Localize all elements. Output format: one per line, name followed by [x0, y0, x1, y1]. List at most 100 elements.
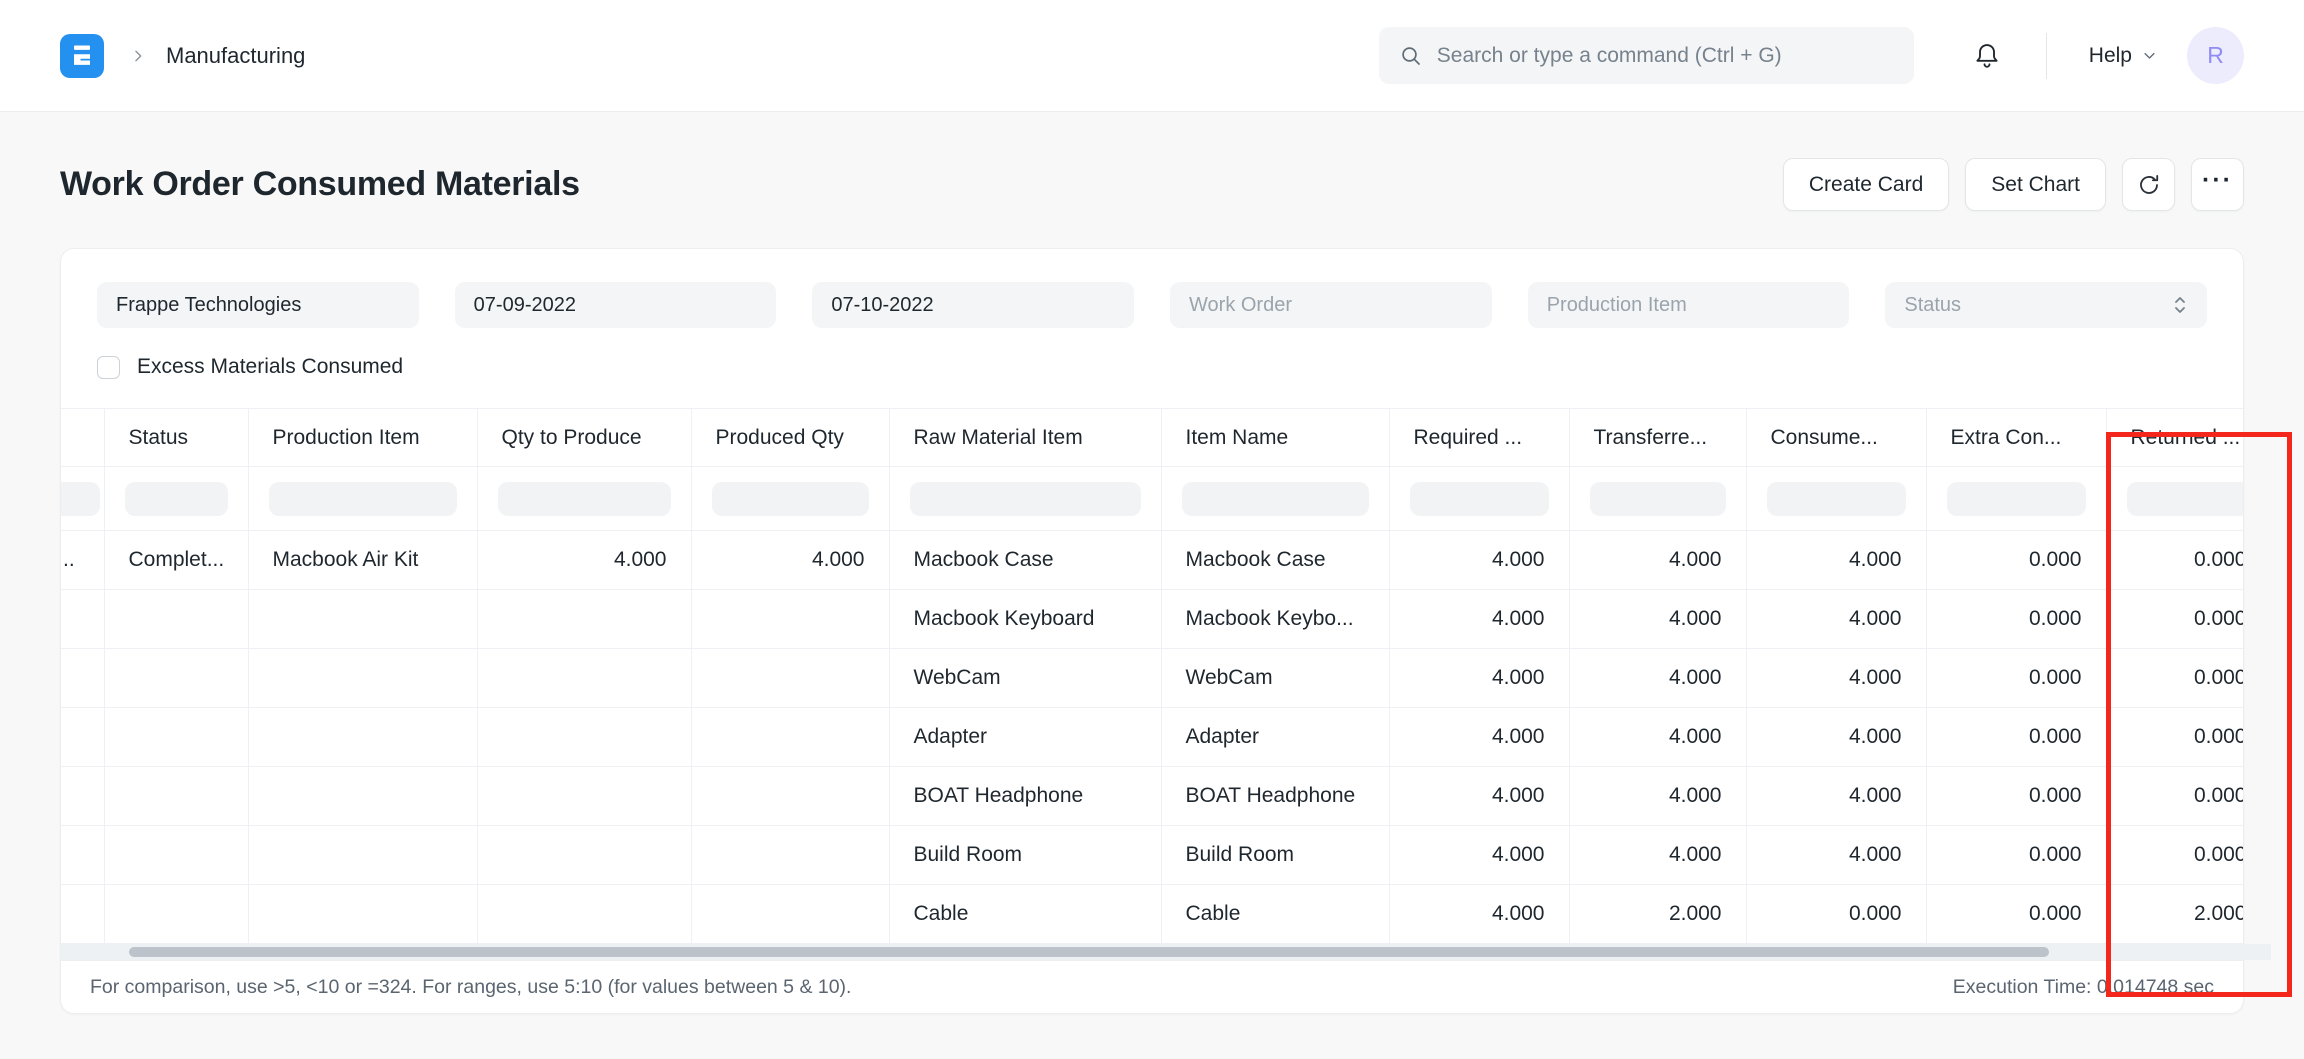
table-row: Cable Cable 4.000 2.000 0.000 0.000 2.000 — [61, 884, 2243, 944]
table-cell: 0.000 — [2105, 825, 2243, 885]
filter-cell — [103, 466, 249, 531]
table-row: Macbook Keyboard Macbook Keybo... 4.000 4.0… — [61, 589, 2243, 649]
table-cell: 4.000 — [1388, 589, 1570, 649]
column-header[interactable] — [61, 408, 105, 467]
column-header[interactable]: Extra Con... — [1925, 408, 2107, 467]
table-cell — [247, 825, 478, 885]
column-filter-input[interactable] — [2126, 481, 2243, 516]
work-order-filter[interactable]: Work Order — [1170, 282, 1492, 328]
table-cell — [690, 766, 890, 826]
status-filter-select[interactable]: Status — [1885, 282, 2208, 328]
horizontal-scrollbar-thumb[interactable] — [129, 947, 2049, 957]
navbar-divider — [2045, 32, 2047, 79]
filter-cell — [1160, 466, 1390, 531]
to-date-filter[interactable]: 07-10-2022 — [812, 282, 1135, 328]
create-card-button[interactable]: Create Card — [1782, 158, 1950, 211]
refresh-icon — [2139, 174, 2158, 194]
help-menu[interactable]: Help — [2089, 44, 2157, 68]
column-filter-input[interactable] — [1946, 481, 2086, 516]
table-cell — [103, 648, 249, 708]
search-input[interactable]: Search or type a command (Ctrl + G) — [1378, 27, 1914, 84]
production-item-filter[interactable]: Production Item — [1527, 282, 1850, 328]
column-filter-input[interactable] — [61, 481, 100, 516]
table-cell: 4.000 — [1745, 825, 1927, 885]
column-filter-input[interactable] — [711, 481, 869, 516]
filter-cell — [61, 466, 105, 531]
filter-cell — [476, 466, 692, 531]
report-card: Frappe Technologies 07-09-2022 07-10-202… — [60, 248, 2292, 1014]
table-header-row: Status Production Item Qty to Produce Produ… — [61, 408, 2243, 467]
column-header[interactable]: Required ... — [1388, 408, 1570, 467]
column-filter-input[interactable] — [909, 481, 1141, 516]
column-header[interactable]: Raw Material Item — [888, 408, 1162, 467]
table-cell — [690, 884, 890, 944]
column-filter-input[interactable] — [1766, 481, 1906, 516]
table-cell: Complet... — [103, 530, 249, 590]
table-cell: 4.000 — [1568, 648, 1747, 708]
more-menu-button[interactable]: ··· — [2191, 158, 2244, 211]
table-row: Build Room Build Room 4.000 4.000 4.000 0.000… — [61, 825, 2243, 885]
table-cell: Adapter — [888, 707, 1162, 767]
erpnext-logo-icon[interactable] — [60, 33, 104, 78]
search-icon — [1399, 44, 1423, 68]
column-header[interactable]: Consume... — [1745, 408, 1927, 467]
table-cell: Macbook Case — [1160, 530, 1390, 590]
table-cell — [690, 648, 890, 708]
table-cell — [103, 707, 249, 767]
table-cell: 4.000 — [1745, 766, 1927, 826]
column-filter-row — [61, 466, 2243, 531]
table-cell: 4.000 — [1568, 530, 1747, 590]
column-filter-input[interactable] — [124, 481, 228, 516]
company-filter[interactable]: Frappe Technologies — [97, 282, 419, 328]
chevron-down-icon — [2144, 52, 2155, 59]
column-header[interactable]: Transferre... — [1568, 408, 1747, 467]
table-row: WebCam WebCam 4.000 4.000 4.000 0.000 0.000 — [61, 648, 2243, 708]
table-cell — [690, 589, 890, 649]
table-cell: 0.000 — [1925, 707, 2107, 767]
column-header[interactable]: Produced Qty — [690, 408, 890, 467]
table-cell: 0.000 — [2105, 648, 2243, 708]
table-cell — [247, 648, 478, 708]
column-filter-input[interactable] — [497, 481, 671, 516]
set-chart-button[interactable]: Set Chart — [1965, 158, 2106, 211]
column-filter-input[interactable] — [1409, 481, 1549, 516]
column-header[interactable]: Returned ... — [2105, 408, 2243, 467]
table-cell: 4.000 — [1388, 648, 1570, 708]
table-cell: 4.000 — [690, 530, 890, 590]
table-cell: 0.000 — [1745, 884, 1927, 944]
table-cell — [103, 589, 249, 649]
table-cell: 0.000 — [1925, 884, 2107, 944]
notifications-bell-icon[interactable] — [1972, 41, 2002, 71]
column-filter-input[interactable] — [1181, 481, 1369, 516]
table-cell: 0.000 — [1925, 648, 2107, 708]
report-table: Status Production Item Qty to Produce Produ… — [61, 408, 2243, 944]
table-cell — [476, 589, 692, 649]
excess-materials-label: Excess Materials Consumed — [137, 355, 404, 378]
refresh-button[interactable] — [2122, 158, 2175, 211]
table-cell — [247, 884, 478, 944]
from-date-filter[interactable]: 07-09-2022 — [454, 282, 777, 328]
column-filter-input[interactable] — [1589, 481, 1726, 516]
table-cell — [690, 707, 890, 767]
filter-cell — [2105, 466, 2243, 531]
table-cell: Macbook Air Kit — [247, 530, 478, 590]
table-cell — [61, 589, 105, 649]
column-header[interactable]: Qty to Produce — [476, 408, 692, 467]
table-cell — [61, 766, 105, 826]
table-cell: 0.000 — [1925, 530, 2107, 590]
column-header[interactable]: Status — [103, 408, 249, 467]
table-cell: 0.000 — [2105, 707, 2243, 767]
breadcrumb[interactable]: Manufacturing — [166, 43, 305, 69]
search-placeholder: Search or type a command (Ctrl + G) — [1436, 43, 1782, 67]
column-filter-input[interactable] — [268, 481, 457, 516]
filters-row: Frappe Technologies 07-09-2022 07-10-202… — [61, 249, 2243, 328]
column-header[interactable]: Production Item — [247, 408, 478, 467]
table-cell: 0.000 — [1925, 766, 2107, 826]
table-cell — [476, 884, 692, 944]
ellipsis-icon: ··· — [2202, 166, 2233, 194]
execution-time: Execution Time: 0.014748 sec — [1952, 975, 2214, 998]
table-cell: 4.000 — [1568, 825, 1747, 885]
excess-materials-checkbox[interactable] — [97, 355, 120, 379]
avatar[interactable]: R — [2187, 27, 2244, 84]
column-header[interactable]: Item Name — [1160, 408, 1390, 467]
